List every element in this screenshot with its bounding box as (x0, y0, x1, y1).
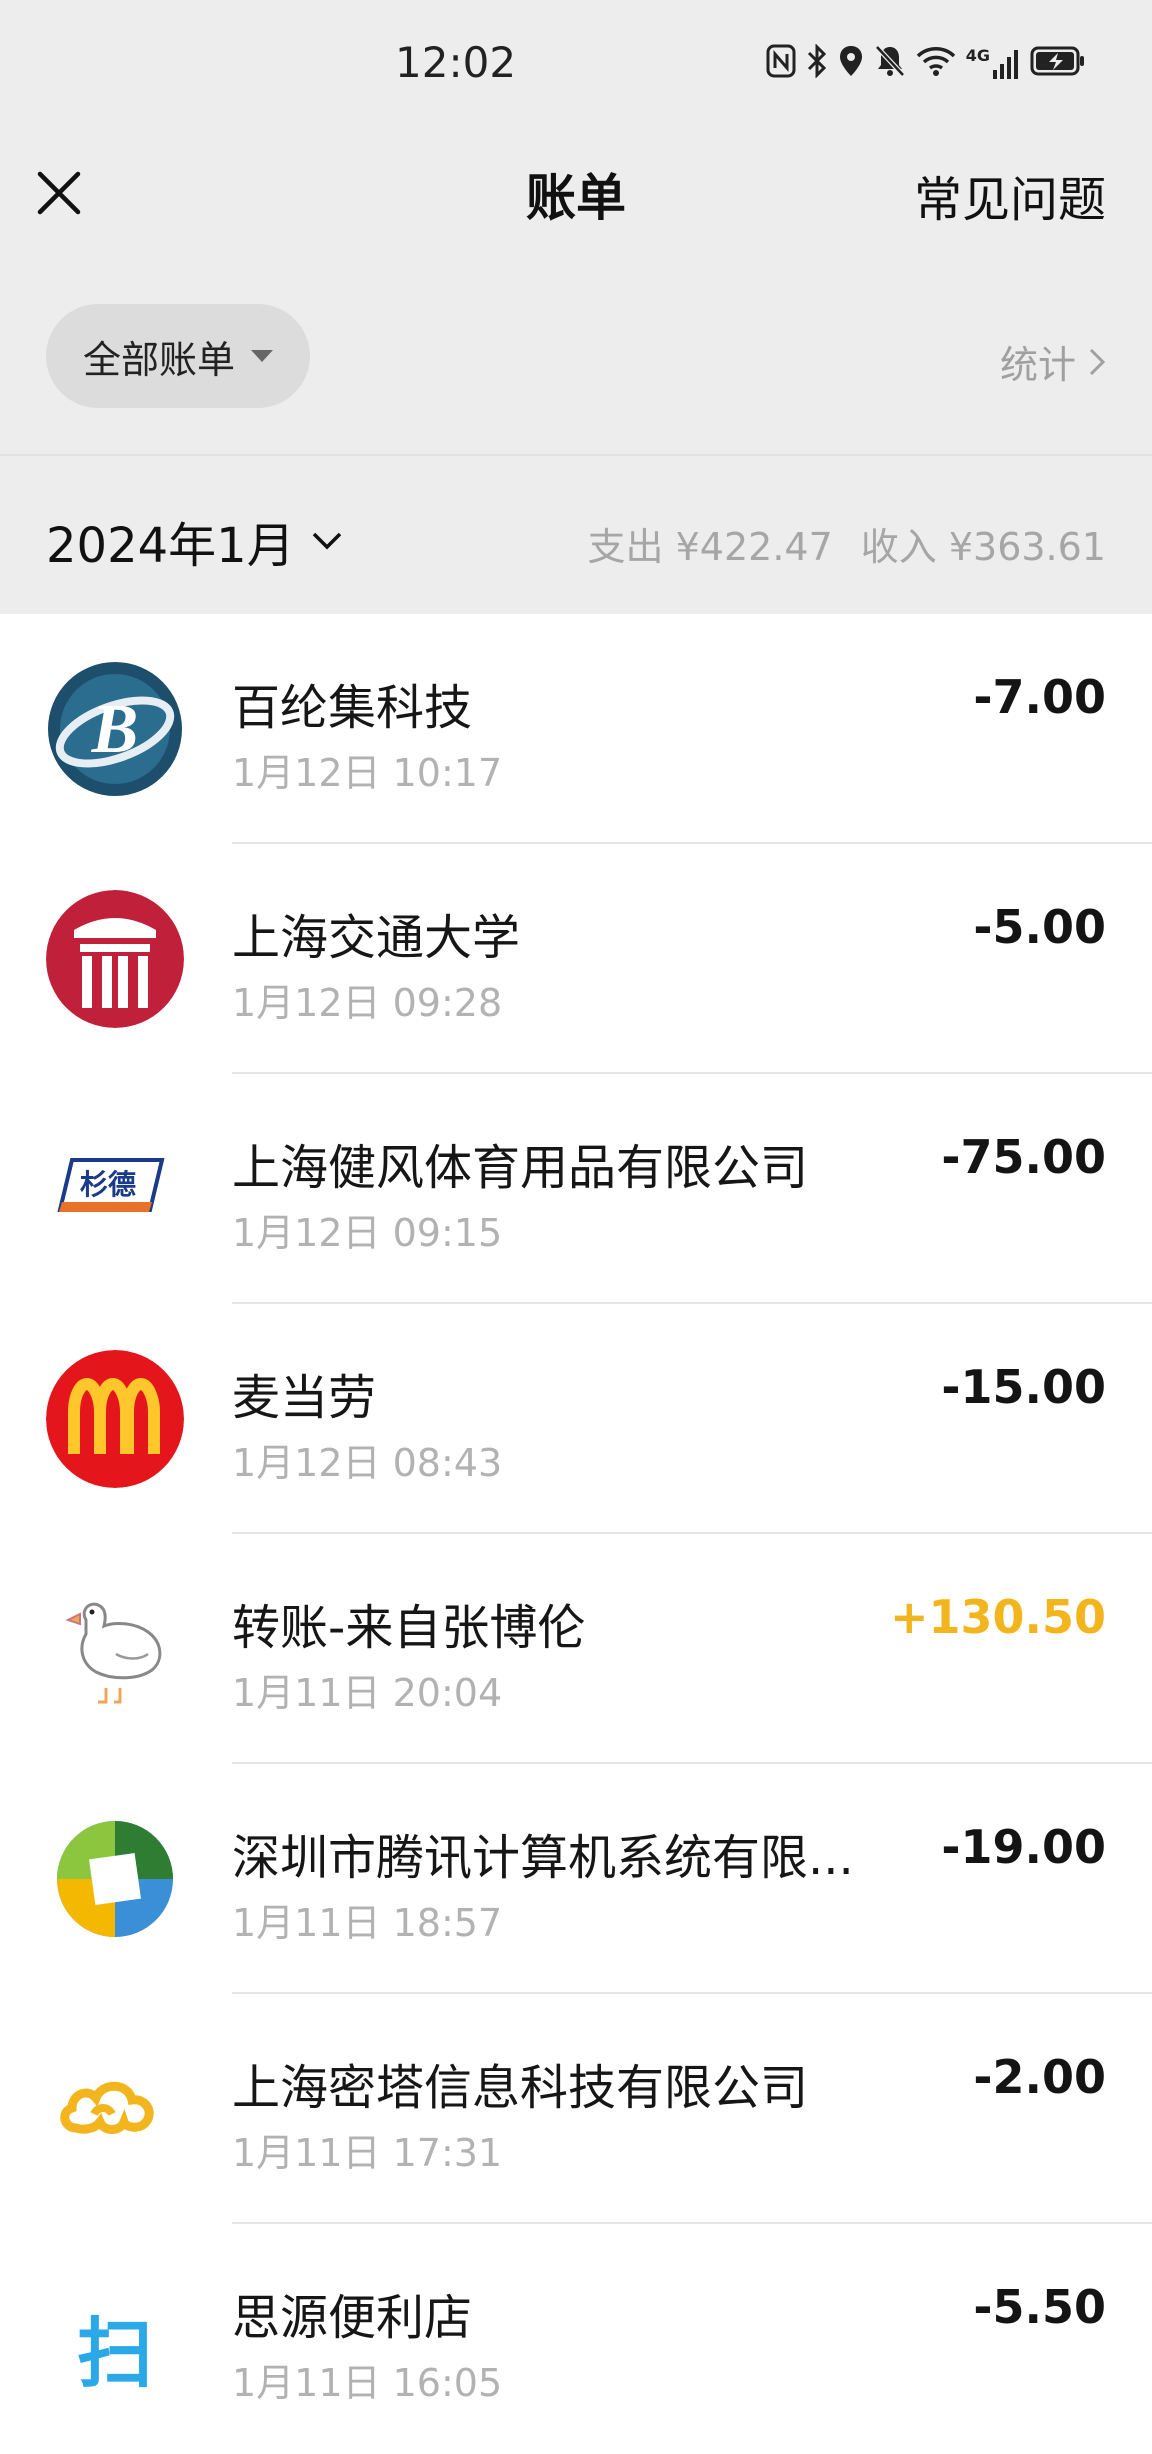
transaction-time: 1月12日 08:43 (232, 1441, 503, 1485)
transaction-row[interactable]: 扫 思源便利店 1月11日 16:05 -5.50 (0, 2224, 1152, 2454)
transaction-row[interactable]: 杉德 上海健风体育用品有限公司 1月12日 09:15 -75.00 (0, 1074, 1152, 1304)
transaction-amount: -75.00 (941, 1130, 1106, 1184)
transaction-time: 1月12日 09:15 (232, 1211, 503, 1255)
transaction-amount: -19.00 (941, 1820, 1106, 1874)
bailunji-logo-icon: B (46, 660, 184, 798)
network-type-label: 4G (965, 46, 990, 65)
status-icons: 4G (766, 43, 1086, 84)
battery-charging-icon (1030, 45, 1086, 83)
mute-icon (874, 44, 906, 84)
chevron-right-icon (1089, 348, 1106, 375)
merchant-name: 上海密塔信息科技有限公司 (232, 2060, 809, 2116)
transaction-list: B 百纶集科技 1月12日 10:17 -7.00 上海交通大学 1月12日 0… (0, 614, 1152, 2454)
merchant-name: 转账-来自张博伦 (232, 1600, 586, 1656)
caret-down-icon (251, 350, 273, 362)
merchant-name: 麦当劳 (232, 1370, 377, 1426)
location-icon (838, 44, 864, 84)
scan-logo-icon: 扫 (46, 2270, 184, 2408)
expense-total: 支出 ¥422.47 (587, 525, 833, 569)
chevron-down-icon (312, 532, 341, 550)
sjtu-logo-icon (46, 890, 184, 1028)
all-bills-filter-button[interactable]: 全部账单 (46, 304, 310, 408)
filter-row: 全部账单 统计 (0, 254, 1152, 456)
transaction-amount: -2.00 (973, 2050, 1106, 2104)
scan-logo-text: 扫 (77, 2309, 153, 2398)
nav-bar: 账单 常见问题 (0, 134, 1152, 254)
stats-link[interactable]: 统计 (1000, 334, 1106, 389)
bluetooth-icon (806, 43, 828, 84)
month-row: 2024年1月 支出 ¥422.47 收入 ¥363.61 (0, 456, 1152, 614)
transaction-time: 1月11日 16:05 (232, 2361, 503, 2405)
top-area: 12:02 4G 账单 常见问题 全部账单 统计 2024年1月 支出 ¥422… (0, 0, 1152, 614)
faq-link[interactable]: 常见问题 (914, 160, 1106, 230)
tencent-logo-icon (46, 1810, 184, 1948)
all-bills-label: 全部账单 (82, 337, 235, 382)
transaction-row[interactable]: 麦当劳 1月12日 08:43 -15.00 (0, 1304, 1152, 1534)
transaction-time: 1月11日 18:57 (232, 1901, 503, 1945)
transaction-time: 1月12日 09:28 (232, 981, 503, 1025)
transaction-row[interactable]: 转账-来自张博伦 1月11日 20:04 +130.50 (0, 1534, 1152, 1764)
transaction-row[interactable]: 深圳市腾讯计算机系统有限... 1月11日 18:57 -19.00 (0, 1764, 1152, 1994)
nfc-icon (766, 44, 796, 84)
transaction-amount: -15.00 (941, 1360, 1106, 1414)
transaction-row[interactable]: B 百纶集科技 1月12日 10:17 -7.00 (0, 614, 1152, 844)
transaction-amount: -5.50 (973, 2280, 1106, 2334)
month-summary: 支出 ¥422.47 收入 ¥363.61 (588, 516, 1106, 571)
merchant-name: 深圳市腾讯计算机系统有限... (232, 1830, 854, 1886)
month-label: 2024年1月 (46, 518, 295, 574)
status-time: 12:02 (395, 38, 517, 87)
merchant-name: 上海健风体育用品有限公司 (232, 1140, 809, 1196)
transaction-amount: -5.00 (973, 900, 1106, 954)
merchant-name: 思源便利店 (232, 2290, 473, 2346)
month-selector[interactable]: 2024年1月 (46, 506, 343, 576)
transaction-row[interactable]: 上海交通大学 1月12日 09:28 -5.00 (0, 844, 1152, 1074)
svg-text:B: B (91, 691, 139, 768)
stats-label: 统计 (999, 343, 1076, 387)
transaction-time: 1月11日 17:31 (232, 2131, 503, 2175)
transaction-amount: +130.50 (889, 1590, 1106, 1644)
transaction-time: 1月12日 10:17 (232, 751, 503, 795)
shande-logo-text: 杉德 (80, 1168, 136, 1201)
transaction-row[interactable]: 上海密塔信息科技有限公司 1月11日 17:31 -2.00 (0, 1994, 1152, 2224)
merchant-name: 百纶集科技 (232, 680, 473, 736)
income-total: 收入 ¥363.61 (860, 525, 1106, 569)
mcdonalds-logo-icon (46, 1350, 184, 1488)
cloud-logo-icon (46, 2040, 184, 2178)
merchant-name: 上海交通大学 (232, 910, 521, 966)
transaction-time: 1月11日 20:04 (232, 1671, 503, 1715)
goose-avatar-icon (46, 1580, 184, 1718)
shande-logo-icon: 杉德 (46, 1120, 184, 1258)
wifi-icon (916, 45, 956, 83)
signal-icon: 4G (966, 48, 1020, 80)
status-bar: 12:02 4G (0, 0, 1152, 134)
transaction-amount: -7.00 (973, 670, 1106, 724)
